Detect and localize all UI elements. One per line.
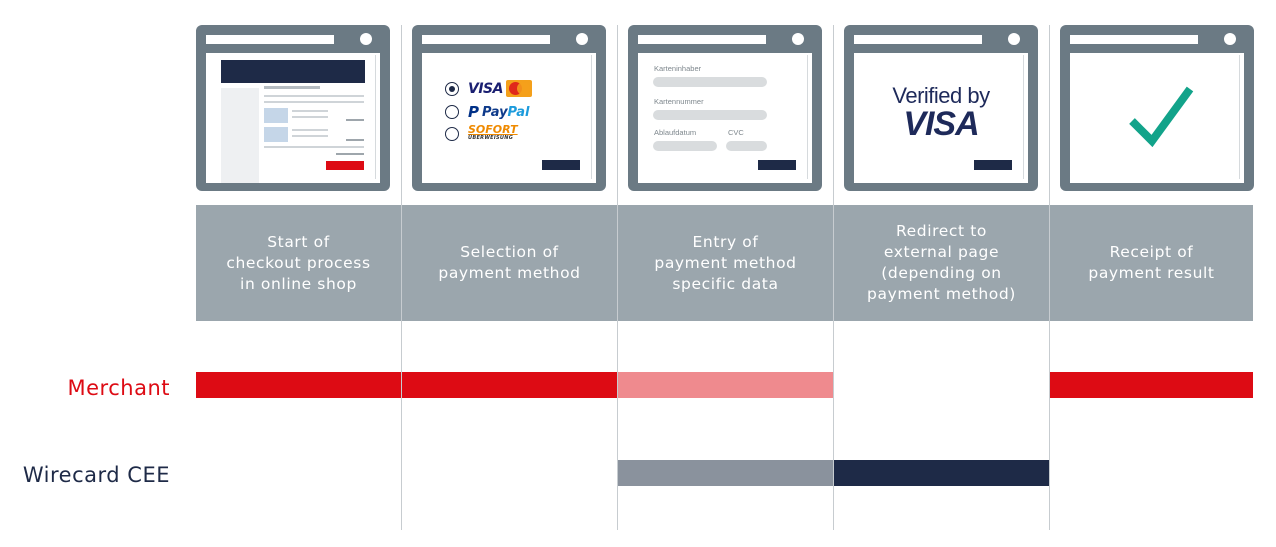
product-image <box>264 108 288 123</box>
wirecard-label: Wirecard CEE <box>22 463 170 487</box>
continue-button <box>542 160 580 170</box>
address-bar <box>422 35 550 44</box>
sofort-logo: SOFORT ÜBERWEISUNG <box>468 123 518 141</box>
shop-sidebar <box>221 88 259 183</box>
text-line <box>292 110 328 112</box>
card-number-field <box>653 110 767 120</box>
form-screen: Karteninhaber Kartennummer Ablaufdatum C… <box>638 53 812 183</box>
visa-logo: VISA <box>468 80 503 97</box>
shop-header <box>221 60 365 83</box>
card-number-label: Kartennummer <box>654 97 704 106</box>
window-dot-icon <box>1008 33 1020 45</box>
total-line <box>336 153 364 155</box>
address-bar <box>638 35 766 44</box>
payment-option-paypal: P PayPal <box>445 103 529 121</box>
mastercard-logo <box>505 80 532 97</box>
text-line <box>264 86 320 89</box>
checkmark-icon <box>1129 86 1194 147</box>
checkout-button <box>326 161 364 170</box>
window-dot-icon <box>576 33 588 45</box>
paypal-logo: PayPal <box>482 104 530 120</box>
address-bar <box>854 35 982 44</box>
shop-screen <box>206 53 380 183</box>
browser-window-payment: VISA P PayPal SOFORT ÜBERWEISUNG <box>412 25 606 191</box>
cvc-field <box>726 141 767 151</box>
merchant-bar-result <box>1050 372 1253 398</box>
scrollbar <box>591 55 594 179</box>
payment-option-sofort: SOFORT ÜBERWEISUNG <box>445 123 518 142</box>
result-screen <box>1070 53 1244 183</box>
cvc-label: CVC <box>728 128 744 137</box>
window-dot-icon <box>792 33 804 45</box>
payment-option-visa: VISA <box>445 80 532 97</box>
text-line <box>264 146 364 148</box>
radio-selected-icon <box>445 81 459 96</box>
visa-logo: VISA <box>903 105 979 143</box>
expiry-field <box>653 141 717 151</box>
browser-window-shop <box>196 25 390 191</box>
wirecard-bar-redirect <box>834 460 1049 486</box>
card-holder-label: Karteninhaber <box>654 64 702 73</box>
radio-icon <box>445 105 459 119</box>
wirecard-bar-entry <box>618 460 833 486</box>
window-dot-icon <box>1224 33 1236 45</box>
expiry-label: Ablaufdatum <box>654 128 697 137</box>
card-holder-field <box>653 77 767 87</box>
address-bar <box>206 35 334 44</box>
product-image <box>264 127 288 142</box>
browser-window-redirect: Verified by VISA <box>844 25 1038 191</box>
text-line <box>292 116 328 118</box>
text-line <box>346 119 364 121</box>
merchant-label: Merchant <box>67 376 170 400</box>
step-result: Receipt of payment result <box>1050 205 1253 321</box>
scrollbar <box>807 55 810 179</box>
text-line <box>292 135 328 137</box>
address-bar <box>1070 35 1198 44</box>
scrollbar <box>1239 55 1242 179</box>
redirect-screen: Verified by VISA <box>854 53 1028 183</box>
paypal-p-icon: P <box>468 103 479 121</box>
scrollbar <box>1023 55 1026 179</box>
radio-icon <box>445 127 459 141</box>
text-line <box>292 129 328 131</box>
scrollbar <box>375 55 378 179</box>
text-line <box>264 101 364 103</box>
browser-window-form: Karteninhaber Kartennummer Ablaufdatum C… <box>628 25 822 191</box>
continue-button <box>974 160 1012 170</box>
text-line <box>346 139 364 141</box>
browser-window-result <box>1060 25 1254 191</box>
step-payment-selection: Selection of payment method <box>402 205 617 321</box>
window-dot-icon <box>360 33 372 45</box>
merchant-bar-selection <box>402 372 617 398</box>
payment-screen: VISA P PayPal SOFORT ÜBERWEISUNG <box>422 53 596 183</box>
submit-button <box>758 160 796 170</box>
text-line <box>264 95 364 97</box>
step-checkout-start: Start of checkout process in online shop <box>196 205 401 321</box>
merchant-bar-entry <box>618 372 833 398</box>
step-data-entry: Entry of payment method specific data <box>618 205 833 321</box>
step-redirect: Redirect to external page (depending on … <box>834 205 1049 321</box>
merchant-bar-checkout <box>196 372 401 398</box>
